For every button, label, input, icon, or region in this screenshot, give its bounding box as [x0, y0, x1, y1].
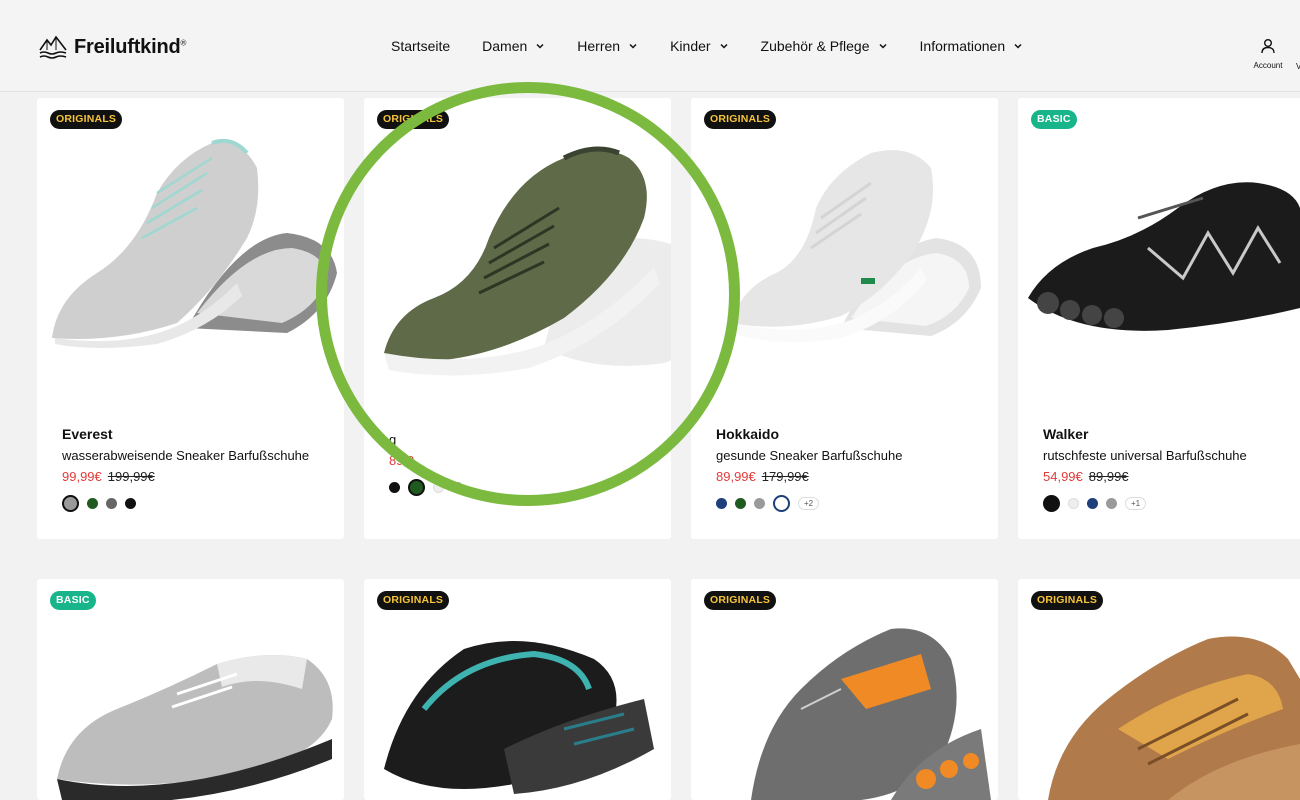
product-info: Everest wasserabweisende Sneaker Barfußs…	[62, 426, 309, 512]
original-price: 179,99€	[761, 469, 809, 484]
color-swatch[interactable]	[408, 479, 425, 496]
more-colors-count[interactable]: +2	[798, 497, 820, 510]
badge-originals: ORIGINALS	[704, 110, 777, 129]
color-swatch[interactable]	[125, 498, 136, 509]
badge-basic: BASIC	[1031, 110, 1077, 129]
product-description: gesunde Sneaker Barfußschuhe	[716, 448, 903, 463]
color-swatches: +2	[716, 495, 902, 512]
nav-label: Zubehör & Pflege	[760, 38, 870, 54]
product-info: Hokkaido gesunde Sneaker Barfußschuhe 89…	[716, 426, 902, 512]
color-swatches	[62, 495, 309, 512]
nav-label: Kinder	[670, 38, 711, 54]
nav-zubehoer-pflege[interactable]: Zubehör & Pflege	[761, 38, 888, 54]
color-swatch[interactable]	[62, 495, 79, 512]
original-price: 199,99€	[107, 469, 155, 484]
user-icon	[1261, 39, 1275, 54]
product-card-row2-1[interactable]: BASIC	[37, 579, 344, 800]
badge-originals: ORIGINALS	[1031, 591, 1104, 610]
product-card-walker[interactable]: BASIC Walker rutschfeste universal Barfu…	[1018, 98, 1300, 539]
nav-startseite[interactable]: Startseite	[391, 38, 450, 54]
nav-informationen[interactable]: Informationen	[920, 38, 1024, 54]
product-description: rutschfeste universal Barfußschuhe	[1043, 448, 1247, 463]
more-colors-count[interactable]: +1	[1125, 497, 1147, 510]
badge-originals: ORIGINALS	[377, 591, 450, 610]
chevron-down-icon	[720, 43, 728, 49]
product-card-row2-4[interactable]: ORIGINALS	[1018, 579, 1300, 800]
product-image-walker	[1028, 182, 1300, 331]
product-card-hokkaido[interactable]: ORIGINALS Hokkaido gesunde Sneaker Barfu…	[691, 98, 998, 539]
color-swatch[interactable]	[433, 482, 444, 493]
color-swatch[interactable]	[1043, 495, 1060, 512]
product-name[interactable]: Everest	[62, 426, 309, 442]
sale-price: 99,99€	[62, 469, 102, 484]
color-swatch[interactable]	[106, 498, 117, 509]
badge-originals: ORIGINALS	[50, 110, 123, 129]
nav-label: Damen	[482, 38, 528, 54]
product-image-black-teal-toe-shoe	[384, 641, 654, 794]
color-swatches: +1	[1043, 495, 1247, 512]
product-image-olive-sneaker	[384, 146, 671, 376]
product-image-everest	[52, 139, 337, 348]
product-card-row2-3[interactable]: ORIGINALS	[691, 579, 998, 800]
chevron-down-icon	[1014, 43, 1022, 49]
main-nav: Startseite Damen Herren Kinder Zubehör &…	[391, 38, 1055, 54]
badge-originals: ORIGINALS	[704, 591, 777, 610]
color-swatch[interactable]	[1106, 498, 1117, 509]
nav-label: Startseite	[391, 38, 451, 54]
nav-kinder[interactable]: Kinder	[670, 38, 728, 54]
sale-price: 54,99€	[1043, 469, 1083, 484]
original-price: 89,99€	[1088, 469, 1129, 484]
color-swatch[interactable]	[389, 482, 400, 493]
color-swatch[interactable]	[1068, 498, 1079, 509]
product-card-olive-sneaker[interactable]: ORIGINALS g 89,9	[364, 98, 671, 539]
chevron-down-icon	[536, 43, 544, 49]
nav-herren[interactable]: Herren	[577, 38, 638, 54]
product-image-grey-toe-shoe	[57, 655, 333, 800]
color-swatch[interactable]	[754, 498, 765, 509]
badge-basic: BASIC	[50, 591, 96, 610]
product-info: Walker rutschfeste universal Barfußschuh…	[1043, 426, 1247, 512]
product-image-hokkaido	[731, 150, 981, 343]
product-card-row2-2[interactable]: ORIGINALS	[364, 579, 671, 800]
color-swatch[interactable]	[735, 498, 746, 509]
product-image-grey-orange-toe-shoe	[751, 628, 991, 800]
product-info: g 89,9	[389, 426, 463, 496]
product-name[interactable]: Hokkaido	[716, 426, 902, 442]
sale-price: 89,99€	[716, 469, 756, 484]
product-price: 99,99€ 199,99€	[62, 469, 309, 484]
product-name[interactable]: Walker	[1043, 426, 1247, 442]
product-card-everest[interactable]: ORIGINALS Everest wasserabweisende Sneak…	[37, 98, 344, 539]
product-description: g	[389, 432, 397, 447]
nav-label: Herren	[577, 38, 621, 54]
product-price: 54,99€ 89,99€	[1043, 469, 1247, 484]
color-swatch[interactable]	[1087, 498, 1098, 509]
product-description: wasserabweisende Sneaker Barfußschuhe	[62, 448, 310, 463]
color-swatch[interactable]	[452, 482, 463, 493]
mountain-wave-logo-icon	[39, 35, 67, 59]
sale-price: 89,9	[389, 453, 415, 468]
color-swatches	[389, 479, 463, 496]
product-price: 89,99€ 179,99€	[716, 469, 902, 484]
chevron-down-icon	[629, 43, 637, 49]
color-swatch[interactable]	[87, 498, 98, 509]
color-swatch[interactable]	[716, 498, 727, 509]
account-button[interactable]: Account	[1252, 38, 1284, 70]
brand-logo[interactable]: Freiluftkind®	[38, 32, 186, 62]
brand-name: Freiluftkind®	[74, 35, 187, 58]
color-swatch[interactable]	[773, 495, 790, 512]
nav-label: Informationen	[919, 38, 1006, 54]
product-image-brown-toe-shoe	[1048, 636, 1300, 800]
account-label: Account	[1253, 61, 1283, 70]
badge-originals: ORIGINALS	[377, 110, 450, 129]
clipped-header-text: V	[1296, 62, 1300, 71]
nav-damen[interactable]: Damen	[482, 38, 545, 54]
chevron-down-icon	[878, 43, 887, 49]
product-price: 89,9	[389, 453, 463, 468]
site-header: Freiluftkind® Startseite Damen Herren Ki…	[0, 0, 1300, 92]
